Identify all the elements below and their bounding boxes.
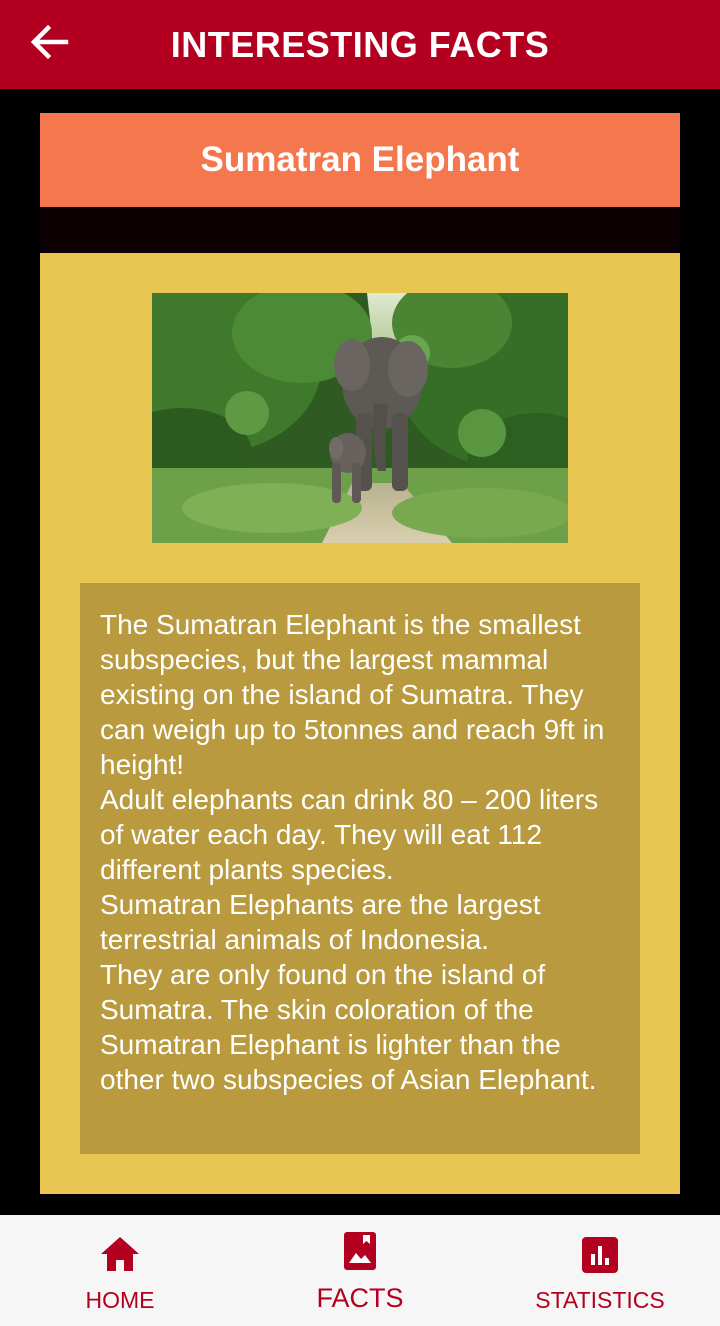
nav-label-statistics: STATISTICS [535, 1287, 665, 1313]
nav-label-home: HOME [85, 1287, 155, 1313]
nav-item-facts[interactable]: FACTS [240, 1215, 480, 1326]
nav-label-facts: FACTS [316, 1283, 404, 1313]
bottom-navigation: HOME FACTS STATISTICS [0, 1215, 720, 1326]
animal-title: Sumatran Elephant [200, 140, 520, 179]
page-title: INTERESTING FACTS [170, 23, 550, 65]
content-card: The Sumatran Elephant is the smallest su… [40, 253, 680, 1194]
app-bar: INTERESTING FACTS [0, 0, 720, 89]
arrow-left-icon [30, 24, 69, 60]
facts-text-box: The Sumatran Elephant is the smallest su… [80, 583, 640, 1154]
back-button[interactable] [28, 22, 72, 62]
facts-text: The Sumatran Elephant is the smallest su… [100, 609, 605, 1095]
nav-item-home[interactable]: HOME [0, 1215, 240, 1326]
elephant-image [152, 293, 568, 543]
home-icon [101, 1237, 139, 1271]
nav-item-statistics[interactable]: STATISTICS [480, 1215, 720, 1326]
bar-chart-icon [582, 1237, 618, 1273]
divider-strip [40, 207, 680, 253]
elephant-photo [152, 293, 568, 543]
animal-title-card: Sumatran Elephant [40, 113, 680, 207]
image-icon [344, 1232, 376, 1270]
